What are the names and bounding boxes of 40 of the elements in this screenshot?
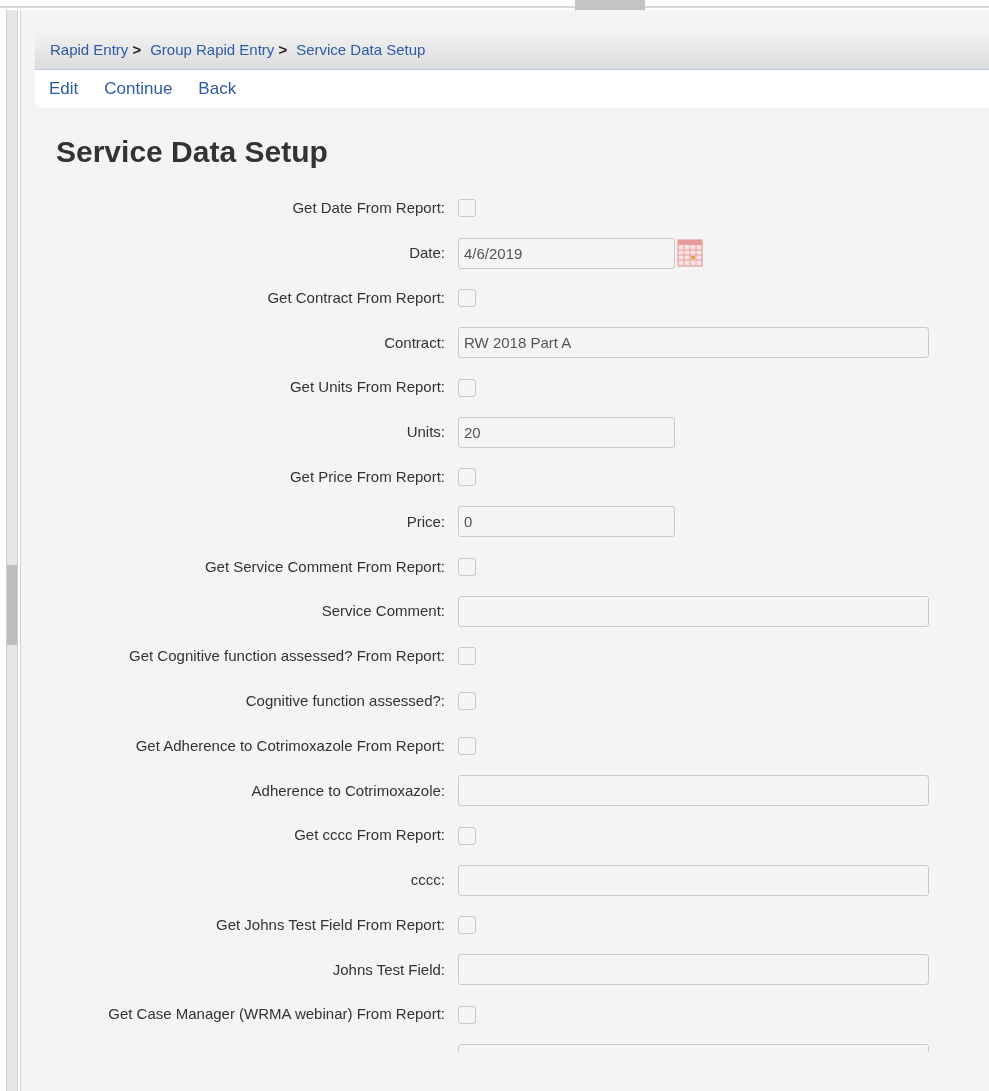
text-field[interactable]	[458, 775, 929, 807]
scrollbar-thumb[interactable]	[7, 565, 17, 645]
menu-link[interactable]: Edit	[49, 76, 79, 102]
field-label: cccc:	[410, 871, 445, 889]
field-label: Get Adherence to Cotrimoxazole From Report:	[135, 736, 445, 754]
field-label: Get Service Comment From Report:	[204, 557, 445, 575]
field-label: Get Units From Report:	[289, 378, 445, 396]
breadcrumb-link[interactable]: Rapid Entry	[50, 39, 129, 62]
field-label: Get Johns Test Field From Report:	[216, 915, 445, 933]
field-label: Get cccc From Report:	[294, 826, 445, 844]
calendar-icon[interactable]	[677, 239, 703, 268]
field-label: Johns Test Field:	[332, 960, 445, 978]
scrollbar[interactable]	[6, 10, 18, 1091]
scrollbar-thumb[interactable]	[575, 0, 645, 10]
menu-link[interactable]: Continue	[104, 76, 173, 102]
field-label: Price:	[406, 512, 445, 530]
page-title: Service Data Setup	[56, 134, 329, 170]
date-field[interactable]: 4/6/2019	[458, 237, 675, 269]
text-field[interactable]	[458, 954, 929, 986]
field-label: Date:	[409, 243, 445, 261]
field-label: Get Date From Report:	[292, 199, 445, 217]
field-label: Adherence to Cotrimoxazole:	[251, 781, 445, 799]
text-field[interactable]	[458, 864, 929, 896]
menu-link[interactable]: Back	[198, 76, 237, 102]
text-field[interactable]: 0	[458, 506, 675, 538]
breadcrumb-link[interactable]: Group Rapid Entry	[150, 39, 275, 62]
text-field[interactable]: RW 2018 Part A	[458, 327, 929, 359]
breadcrumb-separator: >	[278, 40, 288, 61]
text-field[interactable]	[458, 596, 929, 628]
breadcrumb-separator: >	[132, 40, 142, 61]
field-label: Get Cognitive function assessed? From Report:	[129, 647, 445, 665]
field-label: Contract:	[384, 333, 445, 351]
field-label: Get Contract From Report:	[267, 288, 445, 306]
field-label: Get Price From Report:	[289, 467, 445, 485]
field-label: Cognitive function assessed?:	[245, 691, 445, 709]
field-label: Service Comment:	[321, 602, 445, 620]
field-label: Get Case Manager (WRMA webinar) From Report:	[108, 1005, 445, 1023]
breadcrumb-link[interactable]: Service Data Setup	[296, 39, 426, 62]
text-field[interactable]: 20	[458, 416, 675, 448]
field-label: Units:	[406, 423, 445, 441]
